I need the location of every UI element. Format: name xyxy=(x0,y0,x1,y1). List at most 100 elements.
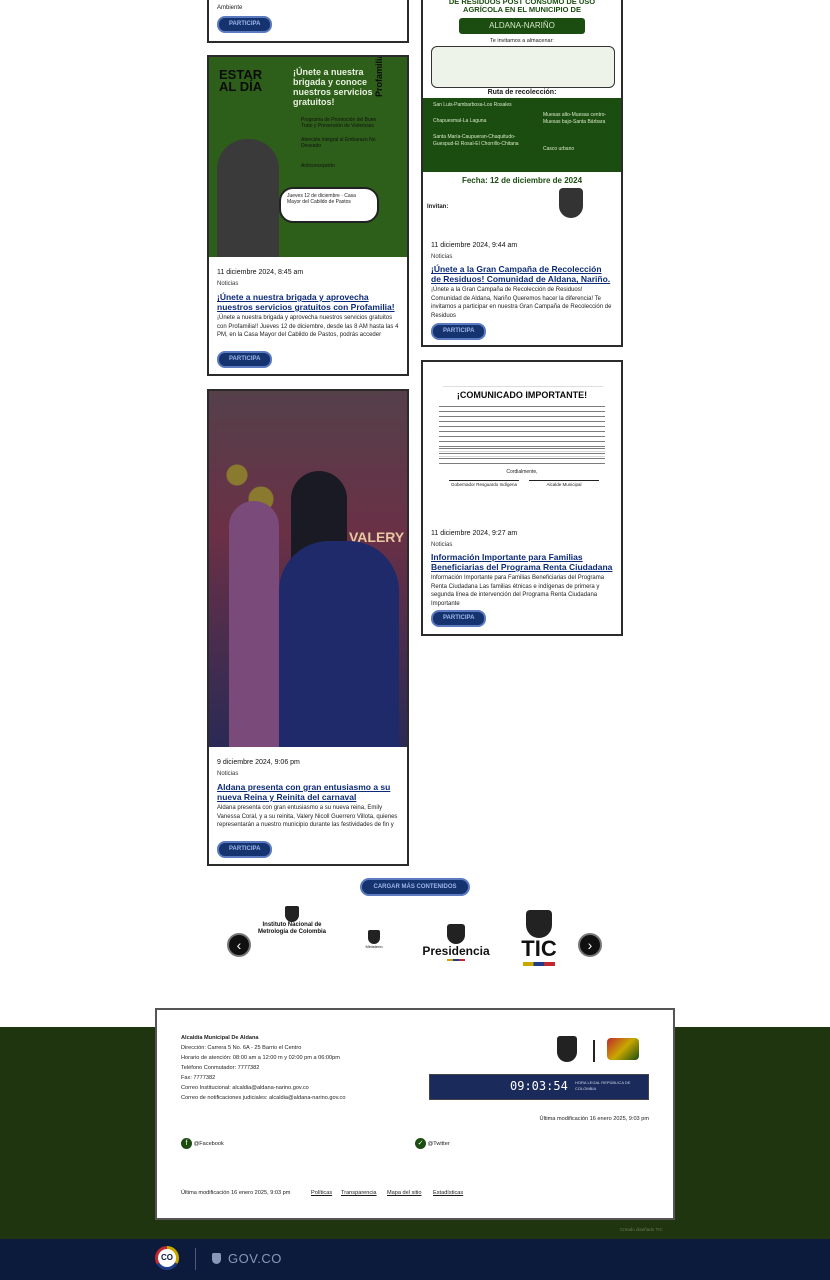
flag-stripe xyxy=(447,959,465,961)
footer-address: Dirección: Carrera 5 No. 6A - 25 Barrio … xyxy=(181,1045,302,1051)
card-description: Ambiente xyxy=(217,5,243,11)
partner-logo[interactable]: Instituto Nacional de Metrología de Colo… xyxy=(252,906,332,936)
facebook-label: @Facebook xyxy=(193,1140,224,1147)
footer-link[interactable]: Estadísticas xyxy=(433,1190,463,1196)
coat-of-arms-icon xyxy=(526,910,552,938)
partner-logo[interactable]: Ministerio xyxy=(344,930,404,949)
person-girl xyxy=(279,541,399,747)
card-title[interactable]: Información Importante para Familias Ben… xyxy=(431,552,613,572)
news-image[interactable]: VALERY xyxy=(209,391,407,747)
twitter-label: @Twitter xyxy=(427,1140,450,1147)
route-item: Muesas alto-Muesas centro-Muesas bajo-Sa… xyxy=(543,112,607,125)
participa-button[interactable]: PARTICIPA xyxy=(217,841,273,858)
partner-logo[interactable]: Presidencia xyxy=(420,924,492,961)
news-image[interactable]: ¡COMUNICADO IMPORTANTE! Cordialmente, Go… xyxy=(423,362,621,522)
coat-of-arms-icon xyxy=(557,1036,577,1062)
route-item: Santa María-Caupueran-Chaquitudo-Guespud… xyxy=(433,134,519,147)
footer-fax: Fax: 7777382 xyxy=(181,1075,216,1081)
participa-button[interactable]: PARTICIPA xyxy=(431,323,487,340)
route-item: Chapuesmal-La Laguna xyxy=(433,118,487,124)
load-more-button[interactable]: CARGAR MÁS CONTENIDOS xyxy=(360,878,470,896)
divider xyxy=(593,1040,595,1062)
twitter-link[interactable]: ✓ @Twitter xyxy=(415,1138,450,1149)
closing: Cordialmente, xyxy=(506,469,538,475)
logos-row xyxy=(443,370,603,387)
coat-of-arms-icon xyxy=(447,924,465,944)
side-brand: Profamilia xyxy=(374,57,384,97)
news-card: VALERY 9 diciembre 2024, 9:06 pm Noticia… xyxy=(207,389,409,866)
service-item: Anticoncepción xyxy=(301,163,335,169)
footer-email[interactable]: Correo Institucional: alcaldia@aldana-na… xyxy=(181,1085,309,1091)
twitter-icon: ✓ xyxy=(415,1138,426,1149)
event-date: Fecha: 12 de diciembre de 2024 xyxy=(461,176,583,185)
person-photo xyxy=(217,139,279,257)
credit-text: Creado diseñado TIC xyxy=(620,1227,663,1232)
card-description: Información Importante para Familias Ben… xyxy=(431,575,605,607)
card-title[interactable]: ¡Únete a nuestra brigada y aprovecha nue… xyxy=(217,292,399,312)
signature-right: Alcalde Municipal xyxy=(529,480,599,487)
co-logo[interactable]: CO xyxy=(155,1246,179,1270)
footer-judicial-email[interactable]: Correo de notificaciones judiciales: alc… xyxy=(181,1095,345,1101)
image-heading: ¡COMUNICADO IMPORTANTE! xyxy=(456,390,588,400)
brand-logo: ESTAR AL DÍA xyxy=(219,67,263,94)
participa-button[interactable]: PARTICIPA xyxy=(217,16,273,33)
route-item: Casco urbano xyxy=(543,146,575,152)
news-image[interactable]: DE RESIDUOS POST CONSUMO DE USO AGRÍCOLA… xyxy=(423,0,621,234)
shield-icon xyxy=(212,1253,221,1264)
partner-name: Ministerio xyxy=(365,944,383,949)
footer-link[interactable]: Transparencia xyxy=(341,1190,377,1196)
clock-label: HORA LEGAL REPÚBLICA DE COLOMBIA xyxy=(575,1080,631,1091)
card-description: ¡Únete a la Gran Campaña de Recolección … xyxy=(431,287,612,319)
card-tag: Noticias xyxy=(431,254,453,260)
service-item: Atención integral al Embarazo No Deseado xyxy=(301,137,376,149)
partner-name: Presidencia xyxy=(422,944,490,958)
signature-left: Gobernador Resguardo Indígena xyxy=(449,480,519,487)
footer-card: Alcaldía Municipal De Aldana Dirección: … xyxy=(155,1008,675,1220)
news-card: Ambiente PARTICIPA xyxy=(207,0,409,43)
route-title: Ruta de recolección: xyxy=(487,89,557,96)
participa-button[interactable]: PARTICIPA xyxy=(431,610,487,627)
news-card: ¡COMUNICADO IMPORTANTE! Cordialmente, Go… xyxy=(421,360,623,636)
invite-label: Te invitamos a almacenar: xyxy=(490,38,554,44)
route-item: San Luis-Pambarbosa-Los Rosales xyxy=(433,102,512,108)
last-modified: Última modificación 16 enero 2025, 9:03 … xyxy=(181,1190,291,1196)
co-logo-inner: CO xyxy=(158,1249,176,1267)
news-card: DE RESIDUOS POST CONSUMO DE USO AGRÍCOLA… xyxy=(421,0,623,347)
clock-display: 09:03:54 xyxy=(510,1079,568,1093)
footer-hours: Horario de atención: 08:00 am a 12:00 m … xyxy=(181,1055,340,1061)
shield-icon xyxy=(285,906,299,922)
govco-logo[interactable]: GOV.CO xyxy=(228,1251,282,1266)
participa-button[interactable]: PARTICIPA xyxy=(217,351,273,368)
partner-name: TIC xyxy=(521,936,557,961)
legal-time-widget: 09:03:54 HORA LEGAL REPÚBLICA DE COLOMBI… xyxy=(429,1074,649,1100)
recycle-icons xyxy=(431,46,615,88)
partner-logo[interactable]: TIC xyxy=(514,910,564,966)
footer-link[interactable]: Políticas xyxy=(311,1190,332,1196)
facebook-link[interactable]: f @Facebook xyxy=(181,1138,224,1149)
card-title[interactable]: ¡Únete a la Gran Campaña de Recolección … xyxy=(431,264,613,284)
invitan-label: Invitan: xyxy=(427,204,449,210)
card-title[interactable]: Aldana presenta con gran entusiasmo a su… xyxy=(217,782,399,802)
chevron-right-icon: › xyxy=(587,937,593,953)
flag-stripe xyxy=(523,962,555,966)
card-description: Aldana presenta con gran entusiasmo a su… xyxy=(217,805,398,828)
partner-name: Instituto Nacional de Metrología de Colo… xyxy=(257,922,326,935)
card-date: 11 diciembre 2024, 9:44 am xyxy=(431,242,518,249)
details-box: Jueves 12 de diciembre · Casa Mayor del … xyxy=(279,187,379,223)
news-card: ESTAR AL DÍA ¡Únete a nuestra brigada y … xyxy=(207,55,409,376)
card-date: 11 diciembre 2024, 8:45 am xyxy=(217,269,304,276)
footer-link[interactable]: Mapa del sitio xyxy=(387,1190,422,1196)
carousel-next-button[interactable]: › xyxy=(578,933,602,957)
card-description: ¡Únete a nuestra brigada y aprovecha nue… xyxy=(217,315,399,338)
footer-title: Alcaldía Municipal De Aldana xyxy=(181,1035,259,1041)
footer-phone: Teléfono Conmutador: 7777382 xyxy=(181,1065,260,1071)
govco-bar: CO GOV.CO xyxy=(0,1239,830,1280)
facebook-icon: f xyxy=(181,1138,192,1149)
card-tag: Noticias xyxy=(217,771,239,777)
service-item: Programa de Promoción del Buen Trato y P… xyxy=(301,117,377,129)
image-heading: ¡Únete a nuestra brigada y conoce nuestr… xyxy=(293,67,373,107)
news-image[interactable]: ESTAR AL DÍA ¡Únete a nuestra brigada y … xyxy=(209,57,407,257)
carousel-prev-button[interactable]: ‹ xyxy=(227,933,251,957)
municipal-logo xyxy=(607,1038,639,1060)
card-date: 9 diciembre 2024, 9:06 pm xyxy=(217,759,300,766)
